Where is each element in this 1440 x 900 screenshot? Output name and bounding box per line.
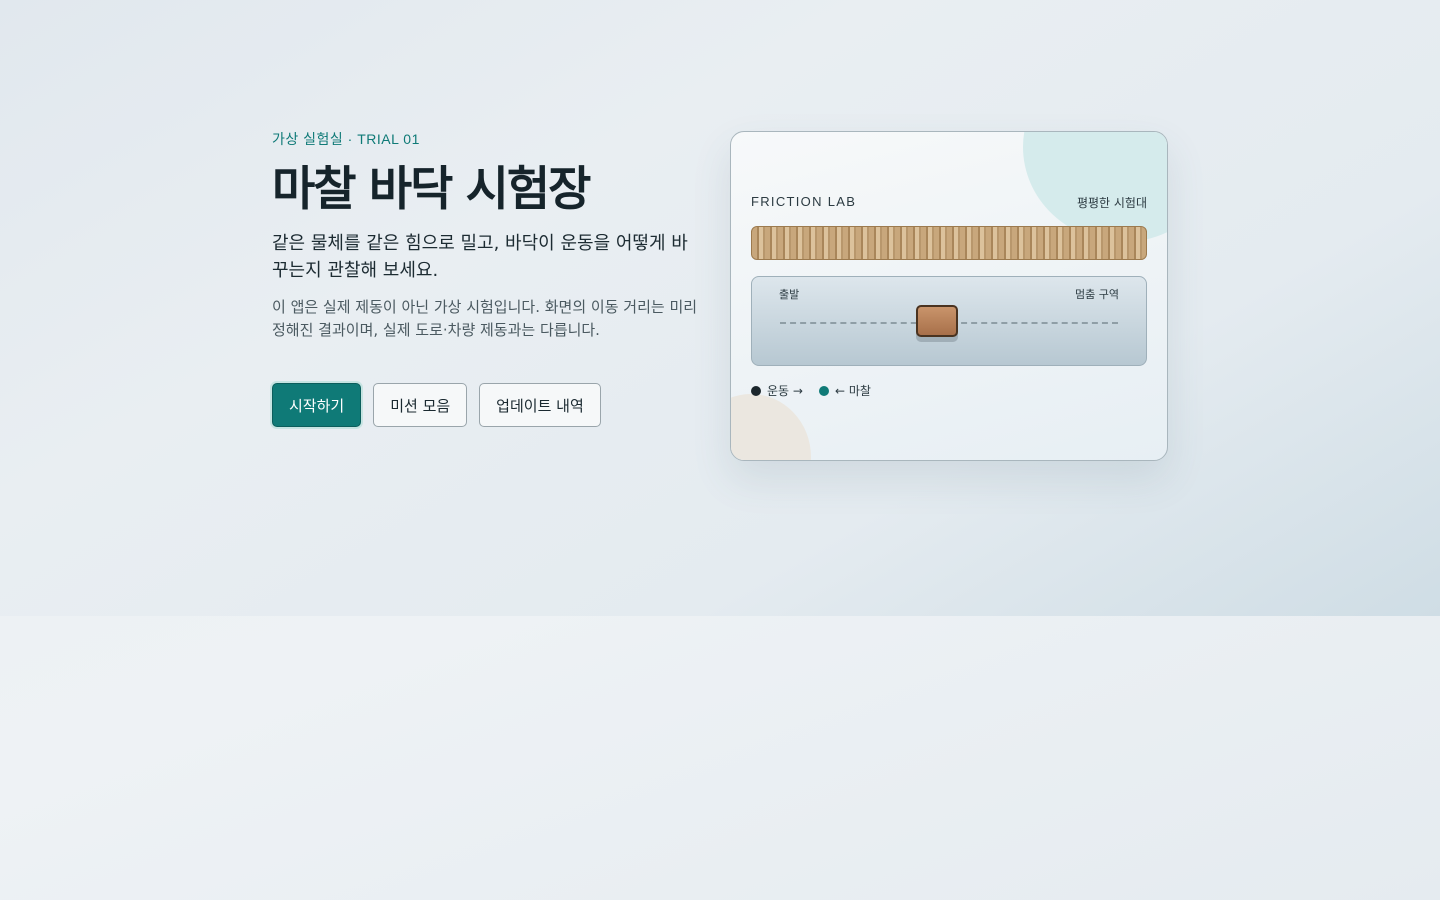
eyebrow-label: 가상 실험실 · TRIAL 01 bbox=[272, 131, 420, 147]
page-title: 마찰 바닥 시험장 bbox=[272, 162, 591, 217]
legend-item-motion: 운동 → bbox=[751, 382, 803, 399]
friction-lab-preview-card: FRICTION LAB 평평한 시험대 출발 멈춤 구역 운동 → ← 마찰 bbox=[730, 131, 1168, 461]
track-start-label: 출발 bbox=[779, 288, 800, 301]
card-label: FRICTION LAB bbox=[751, 194, 857, 209]
lead-text: 같은 물체를 같은 힘으로 밀고, 바닥이 운동을 어떻게 바꾸는지 관찰해 보… bbox=[272, 233, 688, 281]
disclaimer-text: 이 앱은 실제 제동이 아닌 가상 시험입니다. 화면의 이동 거리는 미리 정… bbox=[272, 298, 698, 339]
hero-section: 가상 실험실 · TRIAL 01 마찰 바닥 시험장 같은 물체를 같은 힘으… bbox=[0, 0, 1440, 616]
wood-surface-strip bbox=[751, 226, 1147, 260]
test-track: 출발 멈춤 구역 bbox=[751, 276, 1147, 366]
start-button[interactable]: 시작하기 bbox=[272, 383, 362, 427]
friction-dot-icon bbox=[818, 385, 829, 396]
track-stop-label: 멈춤 구역 bbox=[1075, 288, 1119, 301]
sliding-block bbox=[916, 305, 958, 337]
missions-button[interactable]: 미션 모음 bbox=[373, 383, 468, 427]
force-legend: 운동 → ← 마찰 bbox=[751, 382, 871, 399]
hero-actions: 시작하기 미션 모음 업데이트 내역 bbox=[272, 383, 601, 427]
decorative-circle bbox=[731, 394, 811, 460]
hero-text: 가상 실험실 · TRIAL 01 마찰 바닥 시험장 같은 물체를 같은 힘으… bbox=[272, 128, 712, 342]
motion-dot-icon bbox=[751, 385, 761, 396]
legend-friction-label: ← 마찰 bbox=[834, 384, 871, 398]
updates-button[interactable]: 업데이트 내역 bbox=[479, 383, 601, 427]
surface-type-label: 평평한 시험대 bbox=[1076, 196, 1147, 210]
legend-motion-label: 운동 → bbox=[767, 384, 803, 398]
legend-item-friction: ← 마찰 bbox=[818, 382, 871, 399]
